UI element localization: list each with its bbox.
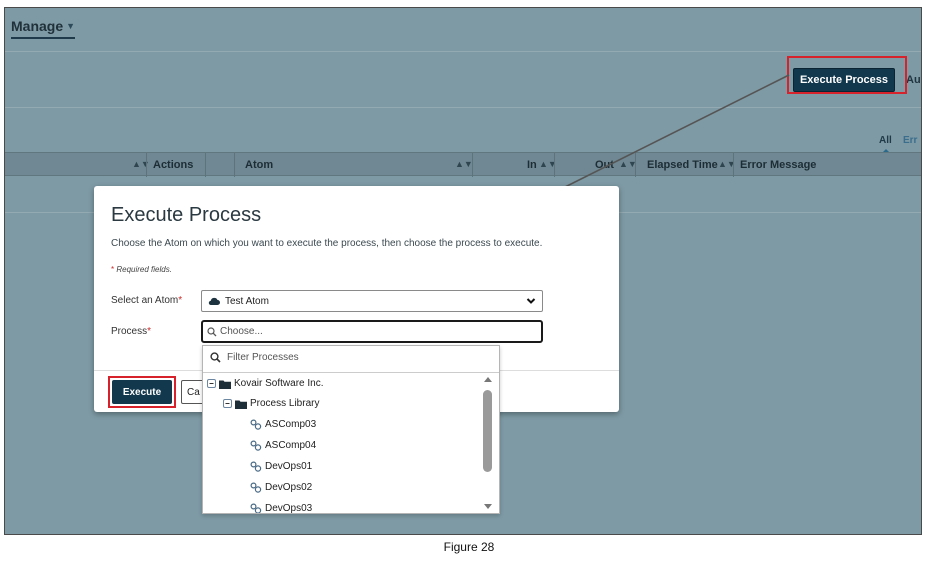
- folder-icon: [219, 380, 231, 389]
- tree-process-item[interactable]: DevOps01: [250, 461, 312, 472]
- tree-folder-label: Process Library: [250, 398, 320, 409]
- action-bar: Execute Process Au: [5, 53, 921, 108]
- filter-processes-input[interactable]: Filter Processes: [210, 352, 299, 363]
- required-star: *: [147, 326, 152, 337]
- tree-process-item[interactable]: DevOps03: [250, 503, 313, 514]
- column-atom[interactable]: Atom: [245, 159, 273, 171]
- process-label: DevOps02: [265, 482, 313, 493]
- atom-select[interactable]: Test Atom: [201, 290, 543, 312]
- highlight-box-execute: [108, 376, 176, 408]
- process-label: DevOps01: [265, 461, 313, 472]
- modal-title: Execute Process: [111, 204, 262, 226]
- truncated-toolbar-label[interactable]: Au: [906, 74, 921, 86]
- caret-down-icon: ▼: [66, 21, 76, 31]
- cloud-icon: [208, 297, 220, 306]
- column-actions[interactable]: Actions: [153, 159, 193, 171]
- process-icon: [250, 482, 262, 493]
- atom-label-text: Select an Atom: [111, 295, 179, 306]
- process-label-text: Process: [111, 326, 148, 337]
- tree-root-item[interactable]: Kovair Software Inc.: [207, 378, 323, 389]
- column-in[interactable]: In: [527, 159, 537, 171]
- process-icon: [250, 503, 262, 513]
- chevron-down-icon: [526, 298, 536, 304]
- dropdown-scrollbar[interactable]: [482, 374, 494, 513]
- table-header: ▲▼ Actions Atom ▲▼ In ▲▼ Out ▲▼ Elapsed …: [5, 152, 921, 177]
- tree-folder-item[interactable]: Process Library: [223, 398, 319, 409]
- manage-menu[interactable]: Manage ▼: [11, 18, 76, 39]
- column-divider: [472, 153, 473, 177]
- atom-select-value: Test Atom: [225, 295, 269, 307]
- tree-process-item[interactable]: ASComp04: [250, 440, 316, 451]
- collapse-icon[interactable]: [207, 379, 216, 388]
- process-label: ASComp03: [265, 419, 317, 430]
- sort-icon[interactable]: ▲▼: [455, 159, 473, 169]
- process-placeholder: Choose...: [220, 326, 263, 337]
- tree-process-item[interactable]: ASComp03: [250, 419, 316, 430]
- figure-caption: Figure 28: [443, 540, 495, 554]
- manage-bar: Manage ▼: [5, 8, 921, 52]
- column-divider: [205, 153, 206, 177]
- scroll-up-icon[interactable]: [484, 377, 492, 382]
- tree-root-label: Kovair Software Inc.: [234, 378, 324, 389]
- highlight-box-execute-process: [787, 56, 907, 94]
- required-fields-note: * Required fields.: [111, 265, 172, 274]
- app-window: Manage ▼ Execute Process Au All Err ▲▼ Ac…: [4, 7, 922, 535]
- column-divider: [234, 153, 235, 177]
- column-divider: [635, 153, 636, 177]
- process-label: ASComp04: [265, 440, 317, 451]
- required-note-text: Required fields.: [116, 265, 172, 274]
- process-icon: [250, 440, 262, 451]
- search-icon: [210, 352, 221, 363]
- atom-label: Select an Atom*: [111, 295, 182, 306]
- manage-label: Manage: [11, 18, 64, 34]
- column-divider: [554, 153, 555, 177]
- search-icon: [207, 326, 217, 336]
- folder-icon: [235, 400, 247, 409]
- process-dropdown: Filter Processes Kovair Software Inc. Pr…: [202, 345, 500, 514]
- collapse-icon[interactable]: [223, 399, 232, 408]
- process-label: DevOps03: [265, 503, 313, 514]
- column-divider: [733, 153, 734, 177]
- modal-description: Choose the Atom on which you want to exe…: [111, 238, 543, 249]
- required-star: *: [111, 265, 115, 274]
- filter-errors-tab[interactable]: Err: [903, 135, 917, 146]
- scroll-down-icon[interactable]: [484, 504, 492, 509]
- column-divider: [146, 153, 147, 177]
- filter-bar: All Err: [5, 109, 921, 154]
- process-label: Process*: [111, 326, 151, 337]
- scrollbar-thumb[interactable]: [483, 390, 492, 472]
- process-icon: [250, 461, 262, 472]
- column-elapsed-time[interactable]: Elapsed Time: [647, 159, 718, 171]
- required-star: *: [178, 295, 183, 306]
- tree-process-item[interactable]: DevOps02: [250, 482, 312, 493]
- filter-all-tab[interactable]: All: [879, 135, 892, 154]
- process-icon: [250, 419, 262, 430]
- process-input[interactable]: Choose...: [201, 320, 543, 343]
- dropdown-divider: [203, 372, 499, 373]
- filter-processes-placeholder: Filter Processes: [227, 352, 299, 363]
- column-error-message[interactable]: Error Message: [740, 159, 816, 171]
- sort-icon[interactable]: ▲▼: [132, 159, 150, 169]
- column-out[interactable]: Out: [595, 159, 614, 171]
